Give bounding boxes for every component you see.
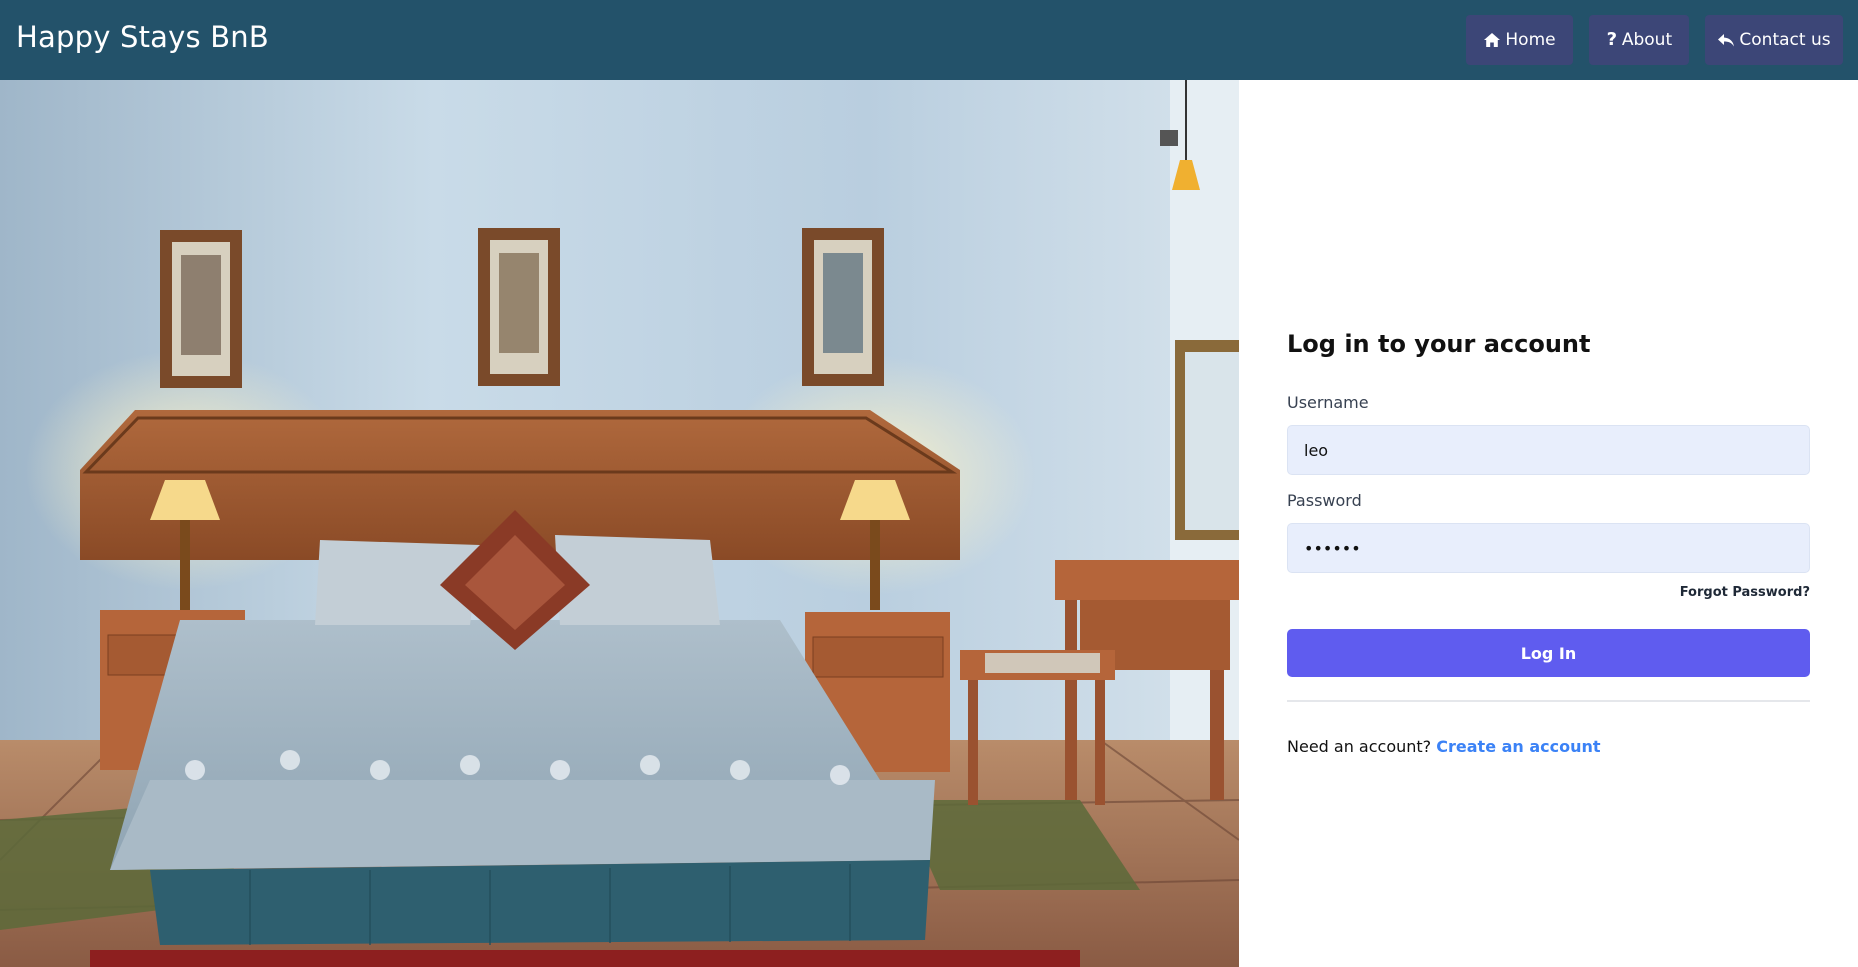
create-account-link[interactable]: Create an account bbox=[1436, 737, 1600, 756]
contact-label: Contact us bbox=[1739, 30, 1831, 50]
question-icon: ? bbox=[1606, 29, 1618, 50]
about-button[interactable]: ? About bbox=[1589, 15, 1689, 65]
brand-title[interactable]: Happy Stays BnB bbox=[16, 20, 269, 54]
home-button[interactable]: Home bbox=[1466, 15, 1573, 65]
about-label: About bbox=[1621, 30, 1673, 50]
login-form: Log in to your account Username Password… bbox=[1287, 330, 1810, 756]
username-input[interactable] bbox=[1287, 425, 1810, 475]
forgot-password-link[interactable]: Forgot Password? bbox=[1680, 585, 1810, 600]
bedroom-hero-image bbox=[0, 80, 1239, 967]
reply-icon bbox=[1717, 31, 1735, 49]
signup-prompt: Need an account? bbox=[1287, 737, 1432, 756]
password-label: Password bbox=[1287, 491, 1362, 510]
home-icon bbox=[1483, 31, 1501, 49]
bedroom-illustration bbox=[0, 80, 1239, 967]
username-label: Username bbox=[1287, 393, 1369, 412]
home-label: Home bbox=[1505, 30, 1556, 50]
login-title: Log in to your account bbox=[1287, 330, 1591, 358]
contact-button[interactable]: Contact us bbox=[1705, 15, 1843, 65]
divider bbox=[1287, 700, 1810, 702]
login-button[interactable]: Log In bbox=[1287, 629, 1810, 677]
password-input[interactable] bbox=[1287, 523, 1810, 573]
navbar: Happy Stays BnB Home ? About Contact us bbox=[0, 0, 1858, 80]
signup-row: Need an account? Create an account bbox=[1287, 737, 1601, 756]
